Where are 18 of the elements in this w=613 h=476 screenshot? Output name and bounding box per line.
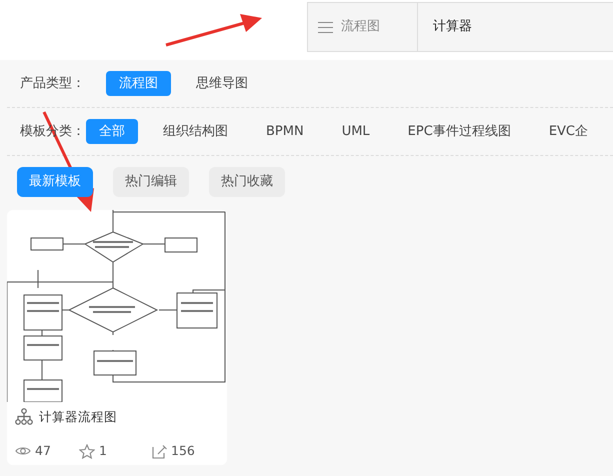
view-count: 47 [35, 442, 51, 460]
org-chart-icon [15, 408, 33, 426]
filter-option[interactable]: 思维导图 [183, 70, 261, 96]
sort-button[interactable]: 热门收藏 [209, 167, 285, 196]
filter-option[interactable]: BPMN [252, 118, 317, 144]
tab[interactable]: 计算器 [417, 3, 613, 51]
edit-count: 156 [171, 442, 195, 460]
sort-button[interactable]: 热门编辑 [113, 167, 189, 196]
filter-option[interactable]: EVC企 [536, 118, 601, 144]
template-title: 计算器流程图 [39, 408, 117, 426]
filter-option[interactable]: UML [328, 118, 383, 144]
star-icon [79, 444, 95, 460]
filter-option[interactable]: EPC事件过程线图 [394, 118, 524, 144]
filter-label: 产品类型： [20, 74, 86, 93]
filter-option[interactable]: 组织结构图 [150, 118, 241, 144]
menu-icon [318, 22, 333, 32]
edit-icon [151, 444, 167, 460]
star-count: 1 [99, 442, 107, 460]
